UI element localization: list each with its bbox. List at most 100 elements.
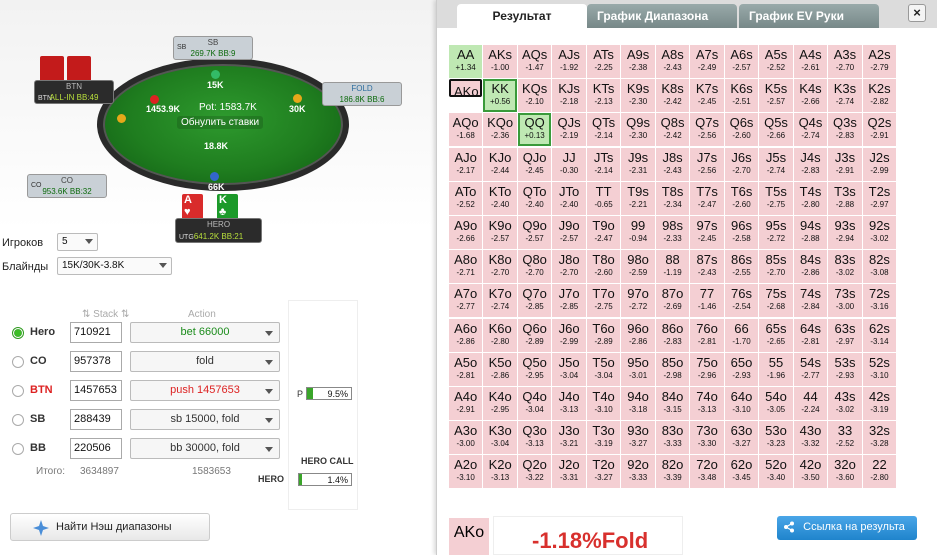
player-action-select[interactable]: fold <box>130 351 280 372</box>
hand-cell[interactable]: 95o -3.01 <box>621 352 655 386</box>
hand-cell[interactable]: 73o -3.30 <box>690 421 724 455</box>
hand-cell[interactable]: T5o -3.04 <box>586 352 621 386</box>
hand-cell[interactable]: A3s -2.70 <box>828 45 862 78</box>
player-action-select[interactable]: sb 15000, fold <box>130 409 280 430</box>
hand-cell[interactable]: J7s -2.56 <box>690 147 724 181</box>
hand-cell[interactable]: 22 -2.80 <box>862 455 897 489</box>
hand-cell[interactable]: J3o -3.21 <box>552 421 586 455</box>
player-radio[interactable] <box>12 443 24 455</box>
hand-cell[interactable]: J5s -2.74 <box>759 147 793 181</box>
player-stack-input[interactable]: 220506 <box>70 438 122 459</box>
hand-cell[interactable]: T7o -2.75 <box>586 284 621 318</box>
hand-cell[interactable]: J9o -2.57 <box>552 215 586 249</box>
hand-cell[interactable]: T8o -2.60 <box>586 250 621 284</box>
hand-cell[interactable]: KQo -2.36 <box>483 113 517 147</box>
player-action-select[interactable]: bet 66000 <box>130 322 280 343</box>
hand-cell[interactable]: 82o -3.39 <box>655 455 690 489</box>
hand-cell[interactable]: 72s -3.16 <box>862 284 897 318</box>
hand-cell[interactable]: 44 -2.24 <box>793 386 828 420</box>
hand-cell[interactable]: T2s -2.97 <box>862 181 897 215</box>
hand-cell[interactable]: 96o -2.86 <box>621 318 655 352</box>
hand-cell[interactable]: 96s -2.58 <box>724 215 759 249</box>
hand-cell[interactable]: K8s -2.42 <box>655 79 690 113</box>
reset-bets-button[interactable]: Обнулить ставки <box>177 116 264 129</box>
hand-cell[interactable]: T3o -3.19 <box>586 421 621 455</box>
player-action-select[interactable]: push 1457653 <box>130 380 280 401</box>
hand-cell[interactable]: KJs -2.18 <box>552 79 586 113</box>
hand-cell[interactable]: AJs -1.92 <box>552 45 586 78</box>
hand-cell[interactable]: T4o -3.10 <box>586 386 621 420</box>
seat-hero[interactable]: HERO UTG 641.2K BB:21 <box>175 218 262 243</box>
player-stack-input[interactable]: 957378 <box>70 351 122 372</box>
hand-cell[interactable]: 64o -3.10 <box>724 386 759 420</box>
hand-cell[interactable]: K4o -2.95 <box>483 386 517 420</box>
hand-cell[interactable]: 98s -2.33 <box>655 215 690 249</box>
hand-cell[interactable]: 95s -2.72 <box>759 215 793 249</box>
hand-cell[interactable]: KJo -2.44 <box>483 147 517 181</box>
hand-cell[interactable]: AA +1.34 <box>449 45 483 78</box>
hand-cell[interactable]: T3s -2.88 <box>828 181 862 215</box>
hand-cell[interactable]: 84o -3.15 <box>655 386 690 420</box>
hand-cell[interactable]: Q3s -2.83 <box>828 113 862 147</box>
hand-cell[interactable]: K6s -2.51 <box>724 79 759 113</box>
hand-cell[interactable]: 64s -2.81 <box>793 318 828 352</box>
share-link-button[interactable]: Ссылка на результа <box>777 516 917 540</box>
hand-cell[interactable]: 65s -2.65 <box>759 318 793 352</box>
hand-cell[interactable]: 43o -3.32 <box>793 421 828 455</box>
hand-cell[interactable]: A4s -2.61 <box>793 45 828 78</box>
hand-cell[interactable]: AKo-1.18 <box>449 79 483 98</box>
hand-cell[interactable]: T9s -2.21 <box>621 181 655 215</box>
hand-cell[interactable]: A6s -2.57 <box>724 45 759 78</box>
hand-cell[interactable]: 65o -2.93 <box>724 352 759 386</box>
hand-cell[interactable]: Q2o -3.22 <box>517 455 552 489</box>
hand-cell[interactable]: K3s -2.74 <box>828 79 862 113</box>
seat-sb[interactable]: SB SB 269.7K BB:9 <box>173 36 253 60</box>
seat-bb[interactable]: FOLD 186.8K BB:6 <box>322 82 402 106</box>
player-radio[interactable] <box>12 385 24 397</box>
hand-cell[interactable]: 52o -3.40 <box>759 455 793 489</box>
hand-cell[interactable]: 94o -3.18 <box>621 386 655 420</box>
hand-cell[interactable]: A3o -3.00 <box>449 421 483 455</box>
seat-btn[interactable]: BTN BTN ALL-IN BB:49 <box>34 80 114 104</box>
hand-cell[interactable]: 82s -3.08 <box>862 250 897 284</box>
hand-cell[interactable]: 94s -2.88 <box>793 215 828 249</box>
hand-cell[interactable]: 93o -3.27 <box>621 421 655 455</box>
hand-cell[interactable]: KK +0.56 <box>483 79 517 113</box>
hand-cell[interactable]: 83o -3.33 <box>655 421 690 455</box>
hand-cell[interactable]: J2s -2.99 <box>862 147 897 181</box>
hand-cell[interactable]: Q9o -2.57 <box>517 215 552 249</box>
hand-cell[interactable]: 76o -2.81 <box>690 318 724 352</box>
player-radio[interactable] <box>12 356 24 368</box>
hand-cell[interactable]: 74s -2.84 <box>793 284 828 318</box>
player-stack-input[interactable]: 1457653 <box>70 380 122 401</box>
hand-cell[interactable]: 75o -2.96 <box>690 352 724 386</box>
hand-cell[interactable]: Q5s -2.66 <box>759 113 793 147</box>
hand-cell[interactable]: 76s -2.54 <box>724 284 759 318</box>
hand-cell[interactable]: J7o -2.85 <box>552 284 586 318</box>
hand-cell[interactable]: ATo -2.52 <box>449 181 483 215</box>
hand-cell[interactable]: QQ +0.13 <box>517 113 552 147</box>
hand-cell[interactable]: 33 -2.52 <box>828 421 862 455</box>
hand-cell[interactable]: 54s -2.77 <box>793 352 828 386</box>
hand-cell[interactable]: KQs -2.10 <box>517 79 552 113</box>
hand-cell[interactable]: J8o -2.70 <box>552 250 586 284</box>
hand-cell[interactable]: 32o -3.60 <box>828 455 862 489</box>
tab-result[interactable]: Результат <box>457 4 587 28</box>
hand-cell[interactable]: Q9s -2.30 <box>621 113 655 147</box>
hand-cell[interactable]: J4s -2.83 <box>793 147 828 181</box>
hand-cell[interactable]: A9s -2.38 <box>621 45 655 78</box>
hand-cell[interactable]: T7s -2.47 <box>690 181 724 215</box>
hand-cell[interactable]: A8s -2.43 <box>655 45 690 78</box>
hand-cell[interactable]: Q4o -3.04 <box>517 386 552 420</box>
hand-cell[interactable]: K2o -3.13 <box>483 455 517 489</box>
hand-cell[interactable]: Q5o -2.95 <box>517 352 552 386</box>
hand-cell[interactable]: K6o -2.80 <box>483 318 517 352</box>
hand-cell[interactable]: 86o -2.83 <box>655 318 690 352</box>
hand-cell[interactable]: 93s -2.94 <box>828 215 862 249</box>
hand-cell[interactable]: Q4s -2.74 <box>793 113 828 147</box>
hand-cell[interactable]: 87s -2.43 <box>690 250 724 284</box>
hand-cell[interactable]: Q8s -2.42 <box>655 113 690 147</box>
hand-cell[interactable]: Q3o -3.13 <box>517 421 552 455</box>
tab-range-chart[interactable]: График Диапазона <box>587 4 737 28</box>
hand-cell[interactable]: 52s -3.10 <box>862 352 897 386</box>
